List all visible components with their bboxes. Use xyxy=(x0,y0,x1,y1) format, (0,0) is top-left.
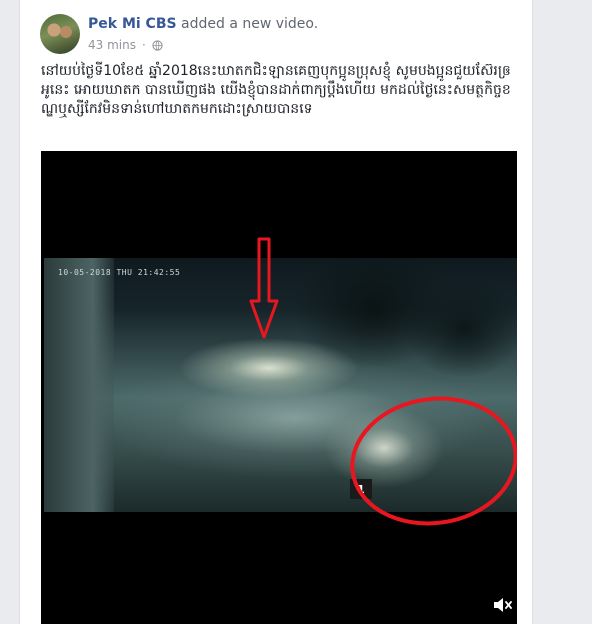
author-avatar[interactable] xyxy=(40,14,80,54)
speaker-mute-icon[interactable] xyxy=(491,594,513,616)
down-arrow-annotation xyxy=(249,237,279,339)
globe-icon[interactable] xyxy=(152,39,163,51)
post-action-text: added a new video. xyxy=(181,16,319,32)
video-player[interactable]: 10-05-2018 THU 21:42:55 1 xyxy=(41,151,517,624)
post-message: នៅយប់ថ្ងៃទី10ខែ៥ ឆ្នាំ2018នេះឃាតកជិះឡានគ… xyxy=(41,63,511,117)
circle-annotation xyxy=(350,396,517,526)
annotation-overlay xyxy=(249,237,517,526)
post-timestamp[interactable]: 43 mins xyxy=(88,38,136,52)
post-header: Pek Mi CBS added a new video. xyxy=(88,16,318,32)
post-card: Pek Mi CBS added a new video. 43 mins · … xyxy=(19,0,533,624)
separator-dot: · xyxy=(141,38,146,52)
author-name-link[interactable]: Pek Mi CBS xyxy=(88,16,177,32)
post-meta: 43 mins · xyxy=(88,38,163,52)
